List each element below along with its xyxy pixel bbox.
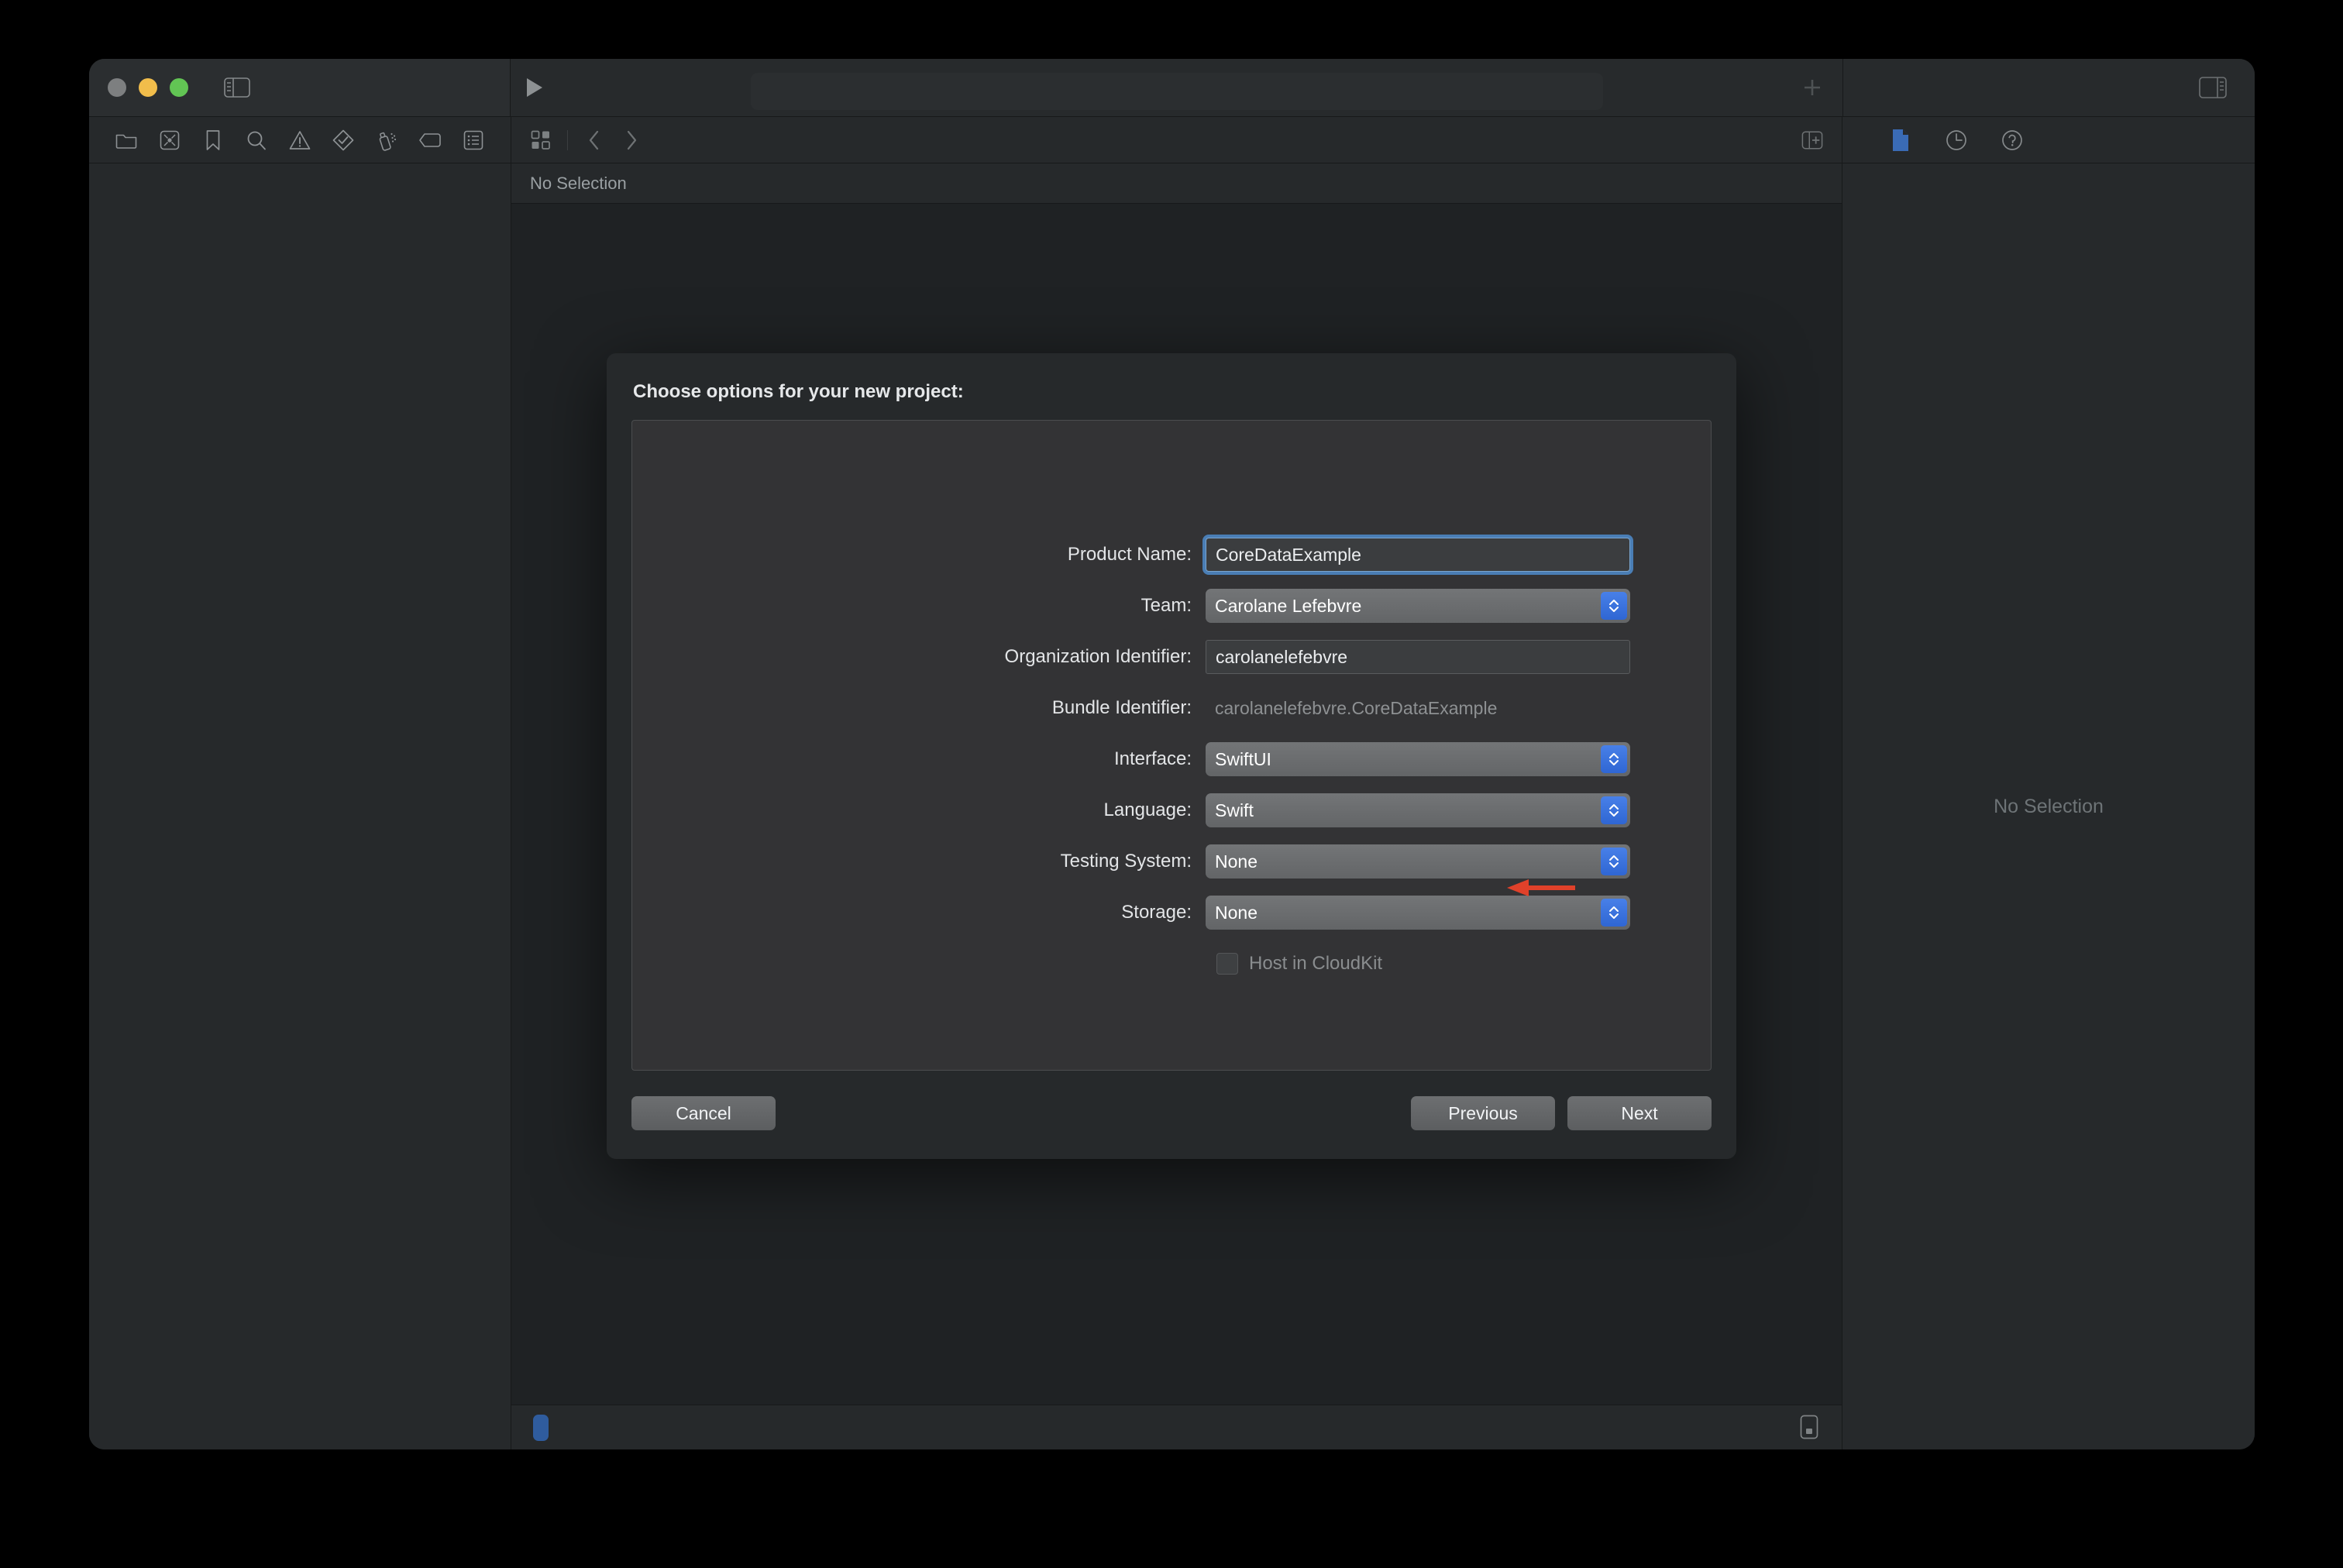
- chevron-left-icon[interactable]: [583, 129, 605, 151]
- dialog-footer-actions: Previous Next: [1411, 1096, 1712, 1130]
- status-indicator: [533, 1414, 549, 1441]
- host-in-cloudkit-label: Host in CloudKit: [1249, 953, 1383, 974]
- cancel-button[interactable]: Cancel: [631, 1096, 776, 1130]
- report-icon[interactable]: [462, 129, 485, 152]
- language-popup-button[interactable]: Swift: [1206, 793, 1630, 827]
- titlebar-right-section: [1842, 59, 2255, 116]
- titlebar-left-section: [89, 59, 511, 116]
- product-name-label: Product Name:: [1067, 544, 1192, 565]
- language-field-wrap: Swift: [1206, 793, 1630, 827]
- interface-popup-value: SwiftUI: [1215, 748, 1271, 769]
- previous-button[interactable]: Previous: [1411, 1096, 1555, 1130]
- navigator-panel: [89, 117, 511, 1449]
- toggle-inspector-icon[interactable]: [2199, 77, 2227, 98]
- warning-icon[interactable]: [288, 129, 311, 152]
- bookmark-icon[interactable]: [201, 129, 225, 152]
- chevron-right-icon[interactable]: [621, 129, 642, 151]
- bundle-identifier-field-wrap: carolanelefebvre.CoreDataExample: [1206, 691, 1630, 725]
- source-control-icon[interactable]: [158, 129, 181, 152]
- add-editor-icon[interactable]: [1801, 129, 1823, 151]
- help-inspector-icon[interactable]: [2001, 129, 2024, 152]
- bundle-identifier-value: carolanelefebvre.CoreDataExample: [1215, 697, 1498, 718]
- interface-popup-button[interactable]: SwiftUI: [1206, 742, 1630, 776]
- debug-spray-icon[interactable]: [375, 129, 398, 152]
- form-row-storage: Storage: None: [632, 887, 1711, 938]
- navigator-content-area[interactable]: [89, 163, 511, 1449]
- file-inspector-icon[interactable]: [1889, 129, 1912, 152]
- inspector-tab-bar: [1842, 117, 2255, 163]
- dialog-form-panel: Product Name: CoreDataExample Team: Caro…: [631, 420, 1712, 1071]
- language-label: Language:: [1103, 799, 1192, 820]
- storage-popup-value: None: [1215, 902, 1258, 923]
- history-inspector-icon[interactable]: [1945, 129, 1968, 152]
- inspector-empty-state: No Selection: [1842, 163, 2255, 1449]
- organization-identifier-input[interactable]: carolanelefebvre: [1206, 640, 1630, 674]
- run-button[interactable]: [523, 76, 546, 99]
- product-name-input[interactable]: CoreDataExample: [1206, 538, 1630, 572]
- interface-field-wrap: SwiftUI: [1206, 742, 1630, 776]
- product-name-field-wrap: CoreDataExample: [1206, 538, 1630, 572]
- folder-icon[interactable]: [115, 129, 138, 152]
- form-row-testing-system: Testing System: None: [632, 836, 1711, 887]
- inspector-no-selection-label: No Selection: [1994, 795, 2104, 817]
- form-row-interface: Interface: SwiftUI: [632, 734, 1711, 785]
- testing-system-popup-value: None: [1215, 851, 1258, 872]
- navigator-tab-bar: [89, 117, 511, 163]
- form-row-organization-identifier: Organization Identifier: carolanelefebvr…: [632, 631, 1711, 683]
- dialog-footer: Cancel Previous Next: [631, 1071, 1712, 1136]
- testing-system-popup-button[interactable]: None: [1206, 844, 1630, 879]
- traffic-light-group: [108, 78, 188, 97]
- test-diamond-icon[interactable]: [332, 129, 355, 152]
- team-field-wrap: Carolane Lefebvre: [1206, 589, 1630, 623]
- host-in-cloudkit-checkbox[interactable]: [1216, 953, 1238, 975]
- interface-label: Interface:: [1113, 748, 1192, 769]
- titlebar-center-section: [511, 59, 1842, 116]
- organization-identifier-label: Organization Identifier:: [1004, 646, 1192, 667]
- form-row-bundle-identifier: Bundle Identifier: carolanelefebvre.Core…: [632, 683, 1711, 734]
- team-popup-value: Carolane Lefebvre: [1215, 595, 1362, 616]
- storage-label: Storage:: [1121, 902, 1192, 923]
- grid-icon[interactable]: [530, 129, 552, 151]
- breadcrumb: No Selection: [511, 163, 1842, 204]
- breadcrumb-label: No Selection: [530, 173, 627, 193]
- screenshot-root: No Selection No Selection Choose options…: [0, 0, 2343, 1568]
- language-stepper-icon[interactable]: [1601, 796, 1627, 824]
- close-window-button[interactable]: [108, 78, 126, 97]
- team-label: Team:: [1141, 595, 1192, 616]
- new-project-options-dialog: Choose options for your new project: Pro…: [607, 353, 1736, 1159]
- window-titlebar: [89, 59, 2255, 117]
- status-bar: [511, 1405, 1842, 1449]
- toggle-navigator-icon[interactable]: [224, 77, 250, 98]
- bundle-identifier-label: Bundle Identifier:: [1051, 697, 1192, 718]
- testing-system-field-wrap: None: [1206, 844, 1630, 879]
- testing-system-label: Testing System:: [1060, 851, 1192, 872]
- inspector-panel: No Selection: [1842, 117, 2255, 1449]
- language-popup-value: Swift: [1215, 799, 1254, 820]
- dialog-title: Choose options for your new project:: [633, 381, 964, 402]
- team-popup-button[interactable]: Carolane Lefebvre: [1206, 589, 1630, 623]
- form-row-product-name: Product Name: CoreDataExample: [632, 529, 1711, 580]
- form-row-team: Team: Carolane Lefebvre: [632, 580, 1711, 631]
- storage-field-wrap: None: [1206, 896, 1630, 930]
- storage-stepper-icon[interactable]: [1601, 899, 1627, 927]
- activity-status-bar[interactable]: [750, 73, 1603, 110]
- maximize-window-button[interactable]: [170, 78, 188, 97]
- organization-identifier-field-wrap: carolanelefebvre: [1206, 640, 1630, 674]
- form-row-host-in-cloudkit: Host in CloudKit: [632, 938, 1711, 989]
- tag-icon[interactable]: [418, 129, 442, 152]
- storage-popup-button[interactable]: None: [1206, 896, 1630, 930]
- next-button[interactable]: Next: [1567, 1096, 1712, 1130]
- host-in-cloudkit-control[interactable]: Host in CloudKit: [1206, 953, 1382, 975]
- jumpbar-divider: [567, 129, 568, 150]
- minimize-window-button[interactable]: [139, 78, 157, 97]
- project-options-form: Product Name: CoreDataExample Team: Caro…: [632, 529, 1711, 989]
- team-stepper-icon[interactable]: [1601, 592, 1627, 620]
- console-icon[interactable]: [1800, 1415, 1820, 1441]
- testing-system-stepper-icon[interactable]: [1601, 848, 1627, 875]
- interface-stepper-icon[interactable]: [1601, 745, 1627, 773]
- form-row-language: Language: Swift: [632, 785, 1711, 836]
- editor-jump-bar: [511, 117, 1842, 163]
- add-tab-button[interactable]: [1799, 74, 1825, 101]
- search-icon[interactable]: [245, 129, 268, 152]
